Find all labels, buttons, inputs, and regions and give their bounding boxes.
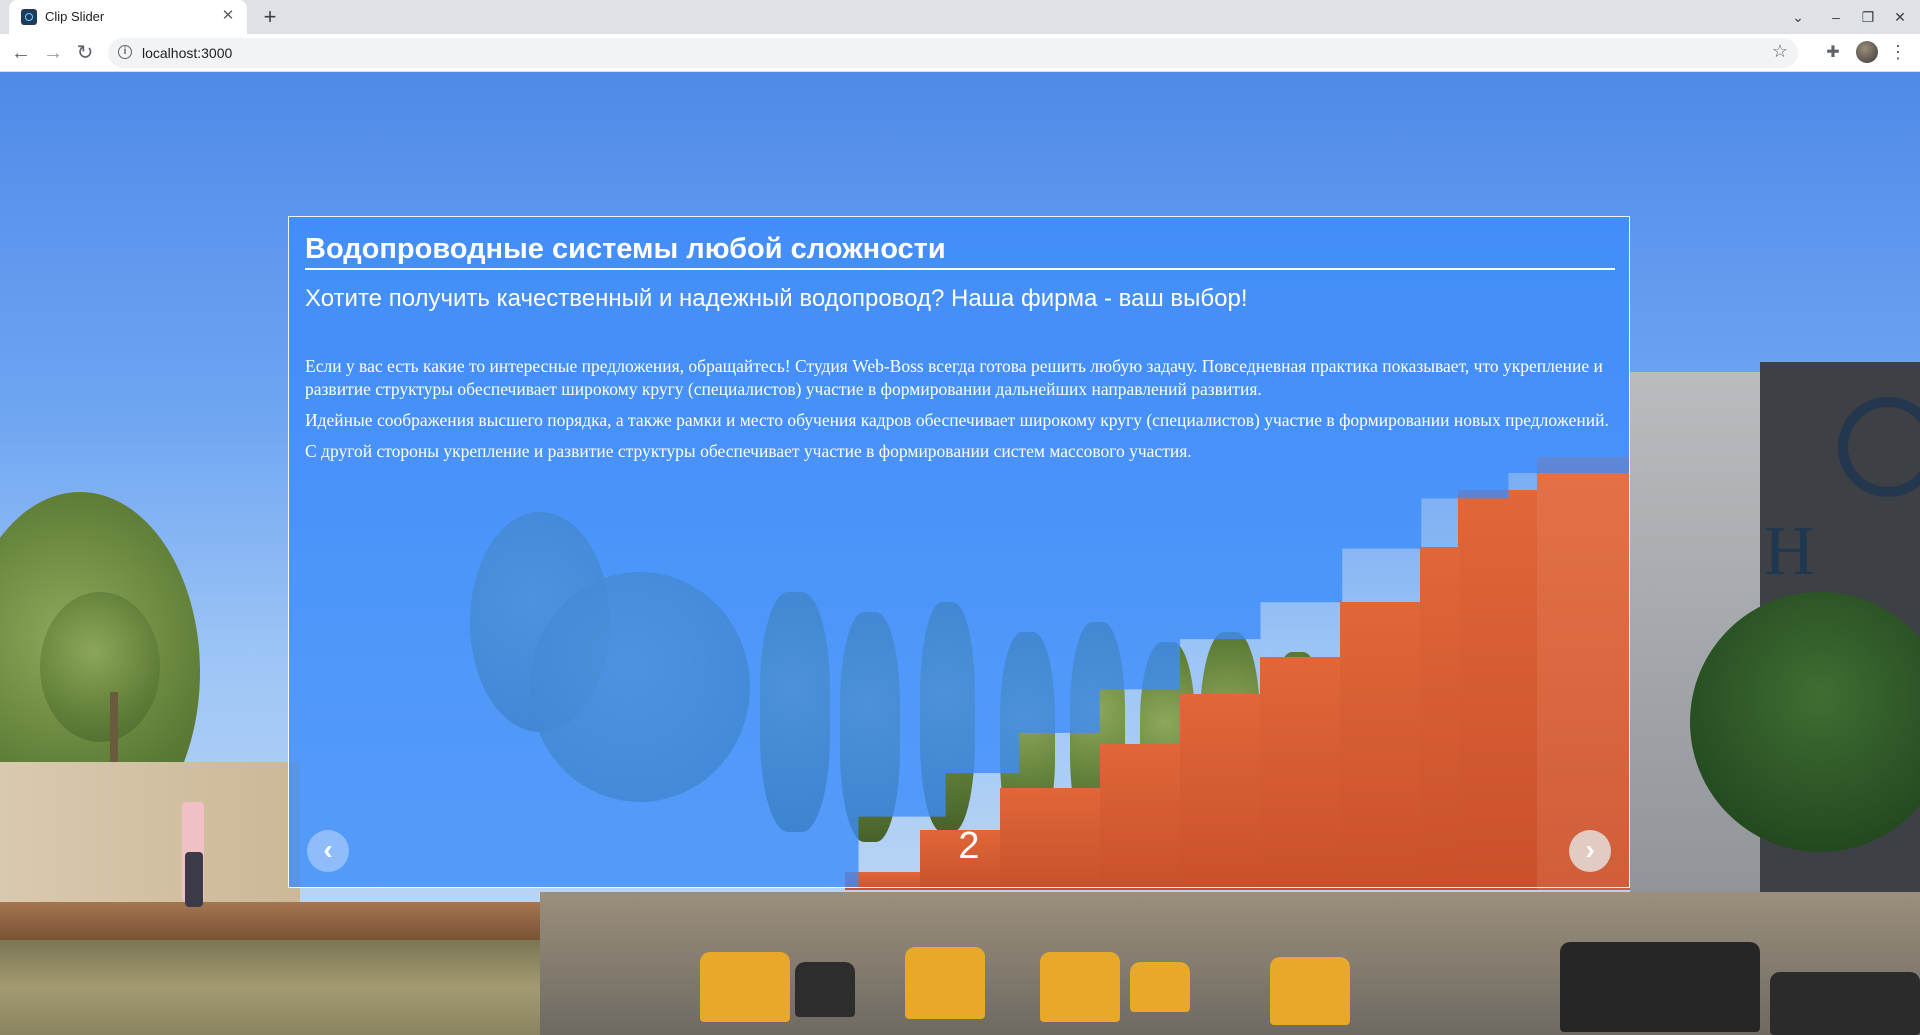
url-text[interactable]: localhost:3000 bbox=[142, 45, 232, 61]
slide-paragraph: С другой стороны укрепление и развитие с… bbox=[305, 441, 1192, 461]
slide-subheading: Хотите получить качественный и надежный … bbox=[305, 285, 1248, 312]
slide-counter: 2 bbox=[958, 825, 980, 867]
chevron-right-icon: › bbox=[1585, 834, 1595, 865]
info-icon[interactable]: i bbox=[118, 45, 132, 59]
page-viewport: H Водопроводные системы любой сложности … bbox=[0, 72, 1920, 1035]
clip-slider: Водопроводные системы любой сложности Хо… bbox=[288, 216, 1630, 888]
kebab-menu-icon[interactable]: ⋮ bbox=[1888, 41, 1908, 63]
slide-paragraph: Если у вас есть какие то интересные пред… bbox=[305, 356, 1603, 399]
avatar[interactable] bbox=[1856, 41, 1878, 63]
address-bar[interactable]: i localhost:3000 ☆ bbox=[108, 38, 1798, 68]
reload-icon[interactable]: ↻ bbox=[72, 40, 98, 66]
tab-search-icon[interactable]: ⌄ bbox=[1788, 7, 1808, 27]
tab-strip: Clip Slider ✕ + ⌄ – ❐ ✕ bbox=[0, 0, 1920, 34]
slide-overlay bbox=[289, 217, 1629, 887]
tab-title: Clip Slider bbox=[45, 9, 105, 24]
tab-close-icon[interactable]: ✕ bbox=[217, 5, 239, 27]
prev-slide-button[interactable]: ‹ bbox=[307, 830, 349, 872]
slide-heading: Водопроводные системы любой сложности bbox=[305, 233, 1615, 270]
forward-icon[interactable]: → bbox=[40, 40, 66, 66]
react-icon bbox=[21, 9, 37, 25]
browser-toolbar: ← → ↻ i localhost:3000 ☆ ✚ ⋮ bbox=[0, 34, 1920, 72]
chevron-left-icon: ‹ bbox=[323, 834, 333, 865]
slide-paragraph: Идейные соображения высшего порядка, а т… bbox=[305, 410, 1609, 430]
slide-body: Если у вас есть какие то интересные пред… bbox=[305, 355, 1615, 471]
back-icon[interactable]: ← bbox=[8, 40, 34, 66]
close-window-icon[interactable]: ✕ bbox=[1890, 7, 1910, 27]
puzzle-icon[interactable]: ✚ bbox=[1822, 42, 1844, 64]
minimize-icon[interactable]: – bbox=[1826, 7, 1846, 27]
new-tab-button[interactable]: + bbox=[256, 4, 284, 30]
restore-icon[interactable]: ❐ bbox=[1858, 7, 1878, 27]
next-slide-button[interactable]: › bbox=[1569, 830, 1611, 872]
star-icon[interactable]: ☆ bbox=[1772, 41, 1788, 62]
browser-tab[interactable]: Clip Slider ✕ bbox=[9, 0, 247, 34]
